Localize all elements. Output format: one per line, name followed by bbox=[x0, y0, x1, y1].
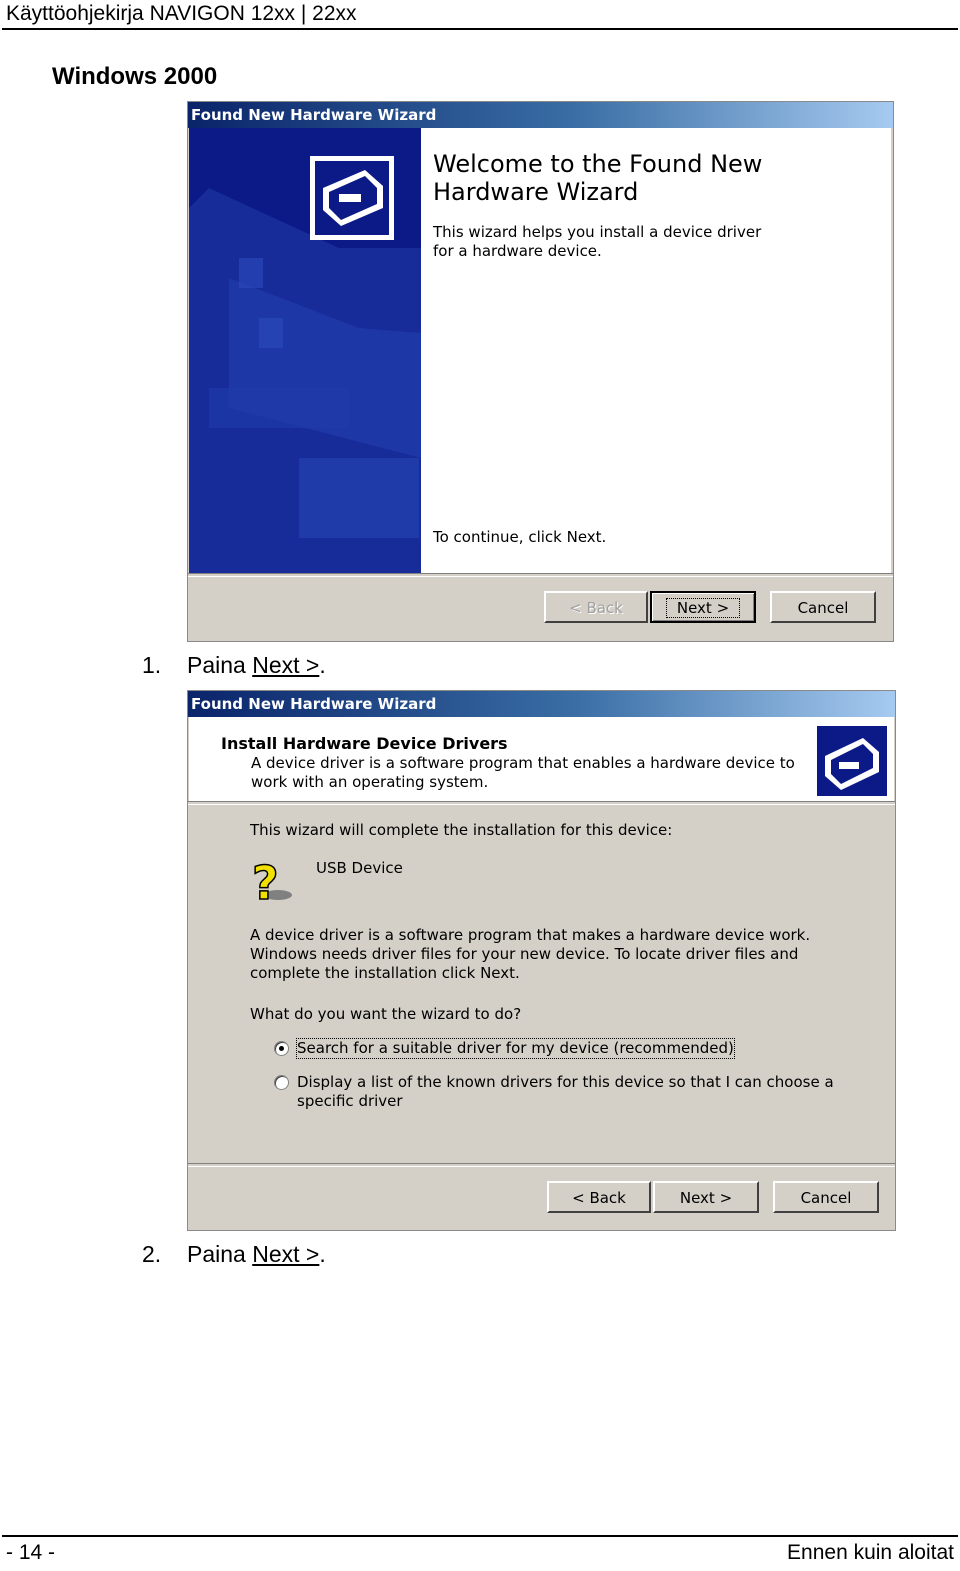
footer-rule bbox=[2, 1535, 958, 1537]
next-button[interactable]: Next > bbox=[650, 591, 756, 623]
footer-section: Ennen kuin aloitat bbox=[787, 1541, 954, 1564]
hardware-banner-graphic bbox=[189, 128, 421, 573]
step-1: 1. Paina Next >. bbox=[142, 652, 326, 679]
document-header: Käyttöohjekirja NAVIGON 12xx | 22xx bbox=[6, 2, 357, 25]
step-end: . bbox=[319, 1241, 326, 1267]
search-driver-label[interactable]: Search for a suitable driver for my devi… bbox=[296, 1038, 735, 1059]
wizard-welcome-screenshot: Found New Hardware Wizard Welcome to the… bbox=[187, 101, 894, 642]
continue-instruction: To continue, click Next. bbox=[433, 528, 607, 546]
wizard-title-bar: Found New Hardware Wizard bbox=[188, 691, 895, 717]
display-list-label[interactable]: Display a list of the known drivers for … bbox=[297, 1073, 857, 1111]
step-link: Next > bbox=[252, 652, 320, 678]
hardware-icon bbox=[817, 726, 887, 796]
wizard-side-banner bbox=[189, 128, 421, 573]
cancel-button[interactable]: Cancel bbox=[773, 1181, 879, 1213]
wizard-content: Welcome to the Found New Hardware Wizard… bbox=[421, 128, 891, 573]
search-driver-radio[interactable] bbox=[274, 1041, 289, 1056]
wizard-heading: Install Hardware Device Drivers bbox=[221, 734, 508, 753]
step-text: Paina bbox=[187, 1241, 253, 1267]
wizard-subheading: A device driver is a software program th… bbox=[251, 754, 795, 791]
step-2: 2. Paina Next >. bbox=[142, 1241, 326, 1268]
step-link: Next > bbox=[252, 1241, 320, 1267]
device-name: USB Device bbox=[316, 859, 403, 877]
wizard-header-panel: Install Hardware Device Drivers A device… bbox=[189, 717, 894, 801]
cancel-button[interactable]: Cancel bbox=[770, 591, 876, 623]
next-button-label: Next > bbox=[665, 598, 741, 618]
welcome-title: Welcome to the Found New Hardware Wizard bbox=[433, 150, 763, 206]
wizard-description: This wizard helps you install a device d… bbox=[433, 223, 762, 260]
step-end: . bbox=[319, 652, 326, 678]
wizard-question: What do you want the wizard to do? bbox=[250, 1005, 522, 1023]
display-list-radio[interactable] bbox=[274, 1075, 289, 1090]
section-title: Windows 2000 bbox=[52, 63, 218, 90]
svg-text:?: ? bbox=[252, 856, 279, 905]
step-text: Paina bbox=[187, 652, 253, 678]
wizard-title-bar: Found New Hardware Wizard bbox=[188, 102, 893, 128]
install-intro: This wizard will complete the installati… bbox=[250, 821, 673, 839]
next-button[interactable]: Next > bbox=[653, 1181, 759, 1213]
back-button[interactable]: < Back bbox=[547, 1181, 651, 1213]
button-separator bbox=[188, 1163, 895, 1167]
driver-explanation: A device driver is a software program th… bbox=[250, 926, 811, 982]
page-number: - 14 - bbox=[6, 1541, 56, 1564]
step-number: 1. bbox=[142, 652, 162, 678]
wizard-install-drivers-screenshot: Found New Hardware Wizard Install Hardwa… bbox=[187, 690, 896, 1231]
back-button[interactable]: < Back bbox=[544, 591, 648, 623]
step-number: 2. bbox=[142, 1241, 162, 1267]
header-separator bbox=[188, 801, 895, 805]
button-separator bbox=[188, 573, 893, 577]
question-mark-icon: ? bbox=[251, 855, 292, 905]
header-rule bbox=[2, 28, 958, 30]
